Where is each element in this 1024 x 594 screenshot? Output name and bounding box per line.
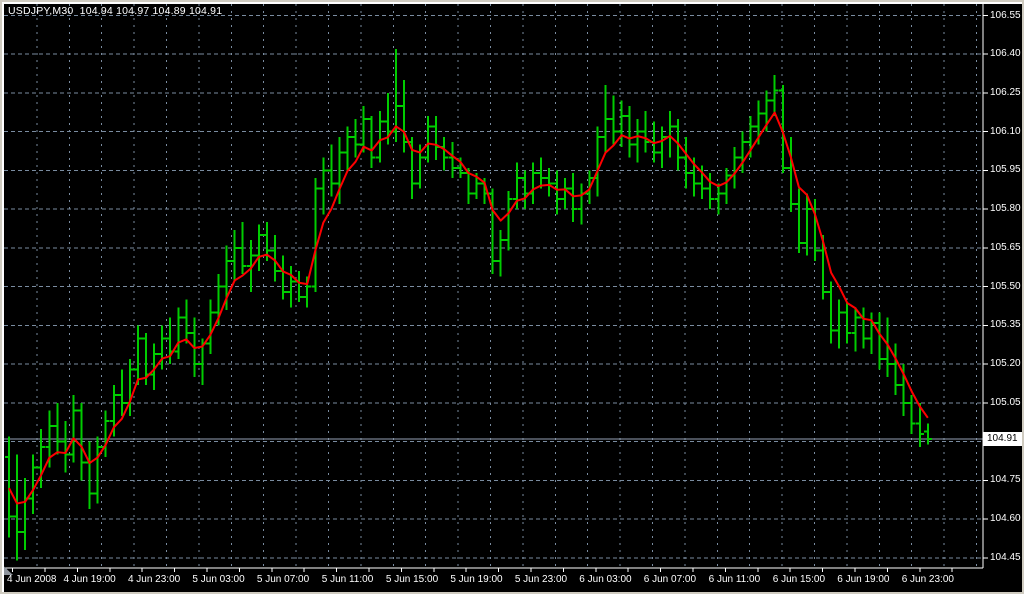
price-axis-tick-label: 105.50: [990, 281, 1021, 293]
price-axis-tick-label: 104.75: [990, 474, 1021, 486]
current-price-label: 104.91: [983, 432, 1022, 446]
time-axis-tick-label: 5 Jun 23:00: [515, 574, 567, 586]
price-axis-tick-label: 104.45: [990, 552, 1021, 564]
price-axis-tick-label: 106.55: [990, 10, 1021, 22]
time-axis-tick-label: 5 Jun 07:00: [257, 574, 309, 586]
time-axis-tick-label: 6 Jun 15:00: [773, 574, 825, 586]
time-axis-tick-label: 6 Jun 03:00: [579, 574, 631, 586]
price-axis-tick-label: 106.25: [990, 87, 1021, 99]
time-axis-tick-label: 4 Jun 23:00: [128, 574, 180, 586]
time-axis-tick-label: 5 Jun 19:00: [450, 574, 502, 586]
price-axis-tick-label: 106.40: [990, 48, 1021, 60]
price-axis-tick-label: 106.10: [990, 126, 1021, 138]
price-axis-tick-label: 104.60: [990, 513, 1021, 525]
price-axis-tick-label: 105.35: [990, 319, 1021, 331]
time-axis-tick-label: 4 Jun 19:00: [63, 574, 115, 586]
axis-label-overlay: USDJPY,M30 104.94 104.97 104.89 104.91 1…: [4, 4, 1022, 592]
time-axis-tick-label: 6 Jun 19:00: [837, 574, 889, 586]
price-axis-tick-label: 105.20: [990, 358, 1021, 370]
time-axis-tick-label: 4 Jun 2008: [7, 574, 57, 586]
chart-title: USDJPY,M30 104.94 104.97 104.89 104.91: [8, 5, 222, 17]
price-axis-tick-label: 105.05: [990, 397, 1021, 409]
time-axis-tick-label: 5 Jun 03:00: [192, 574, 244, 586]
time-axis-tick-label: 6 Jun 11:00: [709, 574, 761, 586]
time-axis-tick-label: 5 Jun 15:00: [386, 574, 438, 586]
price-axis-tick-label: 105.65: [990, 242, 1021, 254]
time-axis-tick-label: 5 Jun 11:00: [322, 574, 374, 586]
chart-client-area: USDJPY,M30 104.94 104.97 104.89 104.91 1…: [2, 2, 1022, 592]
time-axis-tick-label: 6 Jun 07:00: [644, 574, 696, 586]
price-axis-tick-label: 105.80: [990, 203, 1021, 215]
mt4-chart-window: USDJPY,M30 104.94 104.97 104.89 104.91 1…: [0, 0, 1024, 594]
price-axis-tick-label: 105.95: [990, 164, 1021, 176]
time-axis-tick-label: 6 Jun 23:00: [902, 574, 954, 586]
